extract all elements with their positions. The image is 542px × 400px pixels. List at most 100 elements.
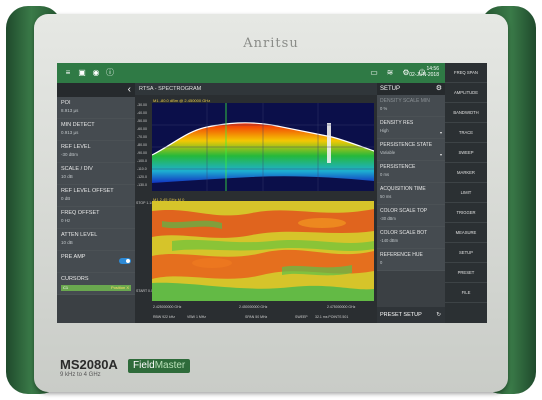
menu-item-value: 10 dB [61, 174, 73, 179]
pre-amp-toggle[interactable] [119, 258, 131, 264]
model-range: 9 kHz to 4 GHz [60, 372, 101, 378]
y-tick: -110.0 [137, 167, 147, 171]
setup-item-value: 0 % [380, 106, 388, 111]
menu-item-value: 10 dB [61, 240, 73, 245]
y-tick: -80.00 [137, 143, 147, 147]
y-tick: -50.00 [137, 119, 147, 123]
main-menu-limit[interactable]: LIMIT [445, 183, 487, 203]
setup-persistence-state[interactable]: PERSISTENCE STATE Variable ▾ [377, 139, 445, 161]
y-tick: -120.0 [137, 175, 147, 179]
setup-density-res[interactable]: DENSITY RES High ▾ [377, 117, 445, 139]
main-menu-measure[interactable]: MEASURE [445, 223, 487, 243]
y-tick: -130.0 [137, 183, 147, 187]
menu-item-ref-level-offset[interactable]: REF LEVEL OFFSET 0 dB [57, 185, 135, 207]
menu-item-value: 0 Hz [61, 218, 71, 223]
y-tick: -100.0 [137, 159, 147, 163]
setup-item-label: PERSISTENCE STATE [380, 142, 433, 148]
menu-item-ref-level[interactable]: REF LEVEL -30 dBm [57, 141, 135, 163]
setup-color-scale-top[interactable]: COLOR SCALE TOP -30 dBm [377, 205, 445, 227]
setup-acquisition-time[interactable]: ACQUISITION TIME 50 ms [377, 183, 445, 205]
menu-item-label: SCALE / DIV [61, 166, 93, 172]
brand-logo: Anritsu [243, 36, 299, 51]
preset-setup-label: PRESET SETUP [380, 312, 422, 318]
persistence-trace-graphic [152, 103, 374, 191]
chevron-down-icon: ▾ [439, 130, 442, 135]
clock: 14:56 02-JUN-2018 [409, 66, 439, 78]
menu-item-cursors[interactable]: CURSORS C1 Position X [57, 273, 135, 295]
main-menu-bandwidth[interactable]: BANDWIDTH [445, 103, 487, 123]
main-menu-sweep[interactable]: SWEEP [445, 143, 487, 163]
cursor-selector[interactable]: C1 Position X [61, 285, 131, 291]
info-icon[interactable]: ⓘ [105, 68, 115, 78]
product-line-badge: FieldMaster [128, 359, 191, 373]
setup-item-label: COLOR SCALE TOP [380, 208, 428, 214]
main-menu-freq-span[interactable]: FREQ SPAN [445, 63, 487, 83]
menu-item-min-detect[interactable]: MIN DETECT 0.913 µs [57, 119, 135, 141]
main-menu-marker[interactable]: MARKER [445, 163, 487, 183]
menu-item-pre-amp[interactable]: PRE AMP [57, 251, 135, 273]
setup-persistence[interactable]: PERSISTENCE 0 ms [377, 161, 445, 183]
main-menu-file[interactable]: FILE [445, 283, 487, 303]
y-tick: -40.00 [137, 111, 147, 115]
menu-item-scale-div[interactable]: SCALE / DIV 10 dB [57, 163, 135, 185]
left-parameter-menu: ‹ POI 8.913 µs MIN DETECT 0.913 µs REF LEV… [57, 83, 135, 323]
vbw-readout: VBW 1 MHz [187, 315, 207, 319]
cursor-id: C1 [63, 285, 69, 290]
model-label: MS2080A [60, 357, 118, 372]
setup-color-scale-bot[interactable]: COLOR SCALE BOT -140 dBm [377, 227, 445, 249]
measurement-title: RTSA - SPECTROGRAM [135, 83, 377, 95]
main-menu-setup[interactable]: SETUP [445, 243, 487, 263]
main-menu-amplitude[interactable]: AMPLITUDE [445, 83, 487, 103]
camera-icon[interactable]: ◉ [91, 68, 101, 78]
main-menu-trace[interactable]: TRACE [445, 123, 487, 143]
setup-item-label: ACQUISITION TIME [380, 186, 426, 192]
display-icon[interactable]: ▭ [369, 68, 379, 78]
x-axis-stop: 2.475000000 GHz [327, 305, 356, 309]
menu-icon[interactable]: ≡ [63, 68, 73, 78]
y-tick: -90.00 [137, 151, 147, 155]
product-line-b: Master [154, 360, 186, 371]
save-icon[interactable]: ▣ [77, 68, 87, 78]
menu-item-value: 0 dB [61, 196, 71, 201]
preset-setup-button[interactable]: PRESET SETUP ↻ [377, 307, 445, 323]
setup-density-scale-min: DENSITY SCALE MIN 0 % [377, 95, 445, 117]
menu-item-value: -30 dBm [61, 152, 79, 157]
product-line-a: Field [133, 360, 155, 371]
gear-icon[interactable]: ⚙ [436, 83, 442, 95]
setup-reference-hue[interactable]: REFERENCE HUE 0 [377, 249, 445, 271]
setup-item-value: -140 dBm [380, 238, 399, 243]
chevron-down-icon: ▾ [439, 152, 442, 157]
setup-header: SETUP ⚙ [377, 83, 445, 95]
setup-title: SETUP [380, 86, 401, 92]
menu-item-label: REF LEVEL [61, 144, 91, 150]
points-readout: 32.1 ms POINTS 501 [315, 315, 349, 319]
setup-item-value: 50 ms [380, 194, 392, 199]
y-tick: -60.00 [137, 127, 147, 131]
cursor-mode: Position X [110, 285, 129, 290]
menu-item-label: REF LEVEL OFFSET [61, 188, 114, 194]
persistence-trace-plot[interactable] [152, 103, 374, 191]
menu-item-poi[interactable]: POI 8.913 µs [57, 97, 135, 119]
left-menu-header: ‹ [57, 83, 135, 97]
menu-item-atten-level[interactable]: ATTEN LEVEL 10 dB [57, 229, 135, 251]
sweep-label: SWEEP [295, 315, 308, 319]
menu-item-label: MIN DETECT [61, 122, 95, 128]
y-tick: -30.00 [137, 103, 147, 107]
status-bar: ≡ ▣ ◉ ⓘ ▭ ≋ ⚙ ⏻ 14:56 02-JUN-2018 [57, 63, 487, 83]
x-axis-start: 2.425000000 GHz [153, 305, 182, 309]
main-menu-trigger[interactable]: TRIGGER [445, 203, 487, 223]
menu-item-label: FREQ OFFSET [61, 210, 100, 216]
menu-item-value: 0.913 µs [61, 130, 79, 135]
spectrogram-graphic [152, 201, 374, 301]
spectrogram-waterfall[interactable] [152, 201, 374, 301]
setup-item-value: -30 dBm [380, 216, 396, 221]
setup-item-label: REFERENCE HUE [380, 252, 423, 258]
setup-item-label: COLOR SCALE BOT [380, 230, 428, 236]
setup-item-label: DENSITY RES [380, 120, 414, 126]
menu-item-freq-offset[interactable]: FREQ OFFSET 0 Hz [57, 207, 135, 229]
setup-item-value: Variable [380, 150, 396, 155]
back-chevron-icon[interactable]: ‹ [128, 84, 131, 96]
main-menu-preset[interactable]: PRESET [445, 263, 487, 283]
setup-item-value: High [380, 128, 389, 133]
y-tick: -70.00 [137, 135, 147, 139]
